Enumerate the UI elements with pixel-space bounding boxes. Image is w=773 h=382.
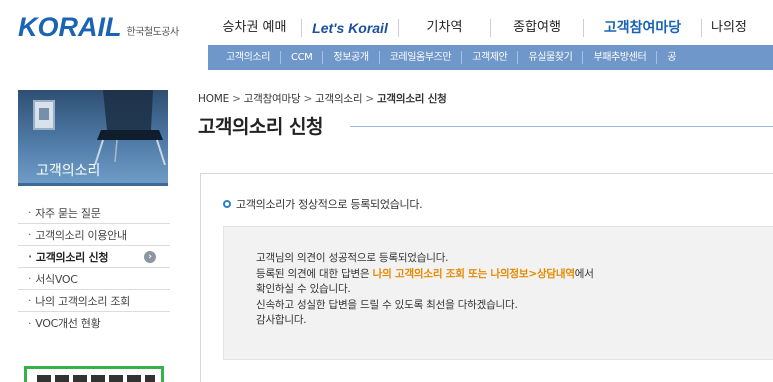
main-nav-ticket[interactable]: 승차권 예매 xyxy=(208,19,301,37)
picture-frame-icon xyxy=(33,100,55,130)
chair-icon xyxy=(94,90,166,165)
main-nav-station[interactable]: 기차역 xyxy=(398,19,490,37)
sidebar-item-apply[interactable]: 고객의소리 신청 › xyxy=(18,246,170,268)
main-nav: 승차권 예매 Let's Korail 기차역 종합여행 고객참여마당 나의정 xyxy=(208,14,773,42)
sidebar-item-my-voc[interactable]: 나의 고객의소리 조회 xyxy=(18,290,170,312)
success-notice-text: 고객의소리가 정상적으로 등록되었습니다. xyxy=(236,198,423,211)
bullet-circle-icon xyxy=(223,200,231,208)
breadcrumb-customer[interactable]: 고객참여마당 xyxy=(244,93,301,105)
sidebar-item-label: 나의 고객의소리 조회 xyxy=(35,294,130,308)
sidebar-item-label: VOC개선 현황 xyxy=(35,317,101,330)
message-line: 고객님의 의견이 성공적으로 등록되었습니다. xyxy=(256,252,449,264)
breadcrumb-home[interactable]: HOME xyxy=(198,93,229,105)
logo-subtitle: 한국철도공사 xyxy=(126,27,180,38)
sub-nav-ccm[interactable]: CCM xyxy=(280,51,322,64)
title-divider xyxy=(350,126,773,127)
sidebar-item-label: 고객의소리 이용안내 xyxy=(35,228,127,242)
sub-nav-anticorruption[interactable]: 부패추방센터 xyxy=(582,51,656,64)
korail-logo[interactable]: KORAIL 한국철도공사 xyxy=(18,14,179,41)
message-text: 등록된 의견에 대한 답변은 xyxy=(256,267,373,280)
logo-wordmark: KORAIL xyxy=(18,12,122,42)
sidebar-item-label: 자주 묻는 질문 xyxy=(35,206,101,220)
sub-nav-voc[interactable]: 고객의소리 xyxy=(208,51,280,64)
sidebar-menu: 자주 묻는 질문 고객의소리 이용안내 고객의소리 신청 › 서식VOC 나의 고… xyxy=(18,202,170,334)
sidebar-banner-title: 고객의소리 xyxy=(36,163,101,179)
main-nav-my[interactable]: 나의정 xyxy=(701,19,773,37)
sidebar-item-improvement[interactable]: VOC개선 현황 xyxy=(18,312,170,334)
sidebar-item-guide[interactable]: 고객의소리 이용안내 xyxy=(18,224,170,246)
sidebar-promo-banner[interactable] xyxy=(24,366,164,382)
breadcrumb: HOME > 고객참여마당 > 고객의소리 > 고객의소리 신청 xyxy=(198,91,447,106)
sub-nav-disclosure[interactable]: 정보공개 xyxy=(322,51,378,64)
breadcrumb-voc[interactable]: 고객의소리 xyxy=(315,93,363,105)
sub-nav-lost-found[interactable]: 유실물찾기 xyxy=(517,51,582,64)
main-nav-travel[interactable]: 종합여행 xyxy=(490,19,583,37)
message-line: 신속하고 성실한 답변을 드릴 수 있도록 최선을 다하겠습니다. xyxy=(256,298,518,311)
sidebar-banner: 고객의소리 xyxy=(18,90,168,186)
success-notice: 고객의소리가 정상적으로 등록되었습니다. xyxy=(223,196,423,212)
sub-nav-more[interactable]: 공 xyxy=(656,51,686,64)
message-highlight-link[interactable]: 나의 고객의소리 조회 또는 나의정보>상담내역 xyxy=(373,268,575,280)
sub-nav: 고객의소리 CCM 정보공개 코레일옴부즈만 고객제안 유실물찾기 부패추방센터… xyxy=(208,45,773,70)
promo-graphic xyxy=(37,375,155,382)
breadcrumb-separator: > xyxy=(232,93,241,105)
main-nav-lets-korail[interactable]: Let's Korail xyxy=(301,19,398,37)
main-nav-customer[interactable]: 고객참여마당 xyxy=(583,19,701,37)
message-line: 감사합니다. xyxy=(256,314,307,326)
confirmation-message: 고객님의 의견이 성공적으로 등록되었습니다. 등록된 의견에 대한 답변은 나… xyxy=(256,251,594,329)
page-title: 고객의소리 신청 xyxy=(198,116,323,138)
chevron-right-icon: › xyxy=(144,251,156,263)
message-line: 확인하실 수 있습니다. xyxy=(256,283,351,295)
sidebar-item-label: 서식VOC xyxy=(35,272,78,286)
sub-nav-suggestion[interactable]: 고객제안 xyxy=(461,51,517,64)
sub-nav-ombudsman[interactable]: 코레일옴부즈만 xyxy=(378,51,462,64)
sidebar-item-faq[interactable]: 자주 묻는 질문 xyxy=(18,202,170,224)
message-line: 등록된 의견에 대한 답변은 나의 고객의소리 조회 또는 나의정보>상담내역에… xyxy=(256,267,594,283)
breadcrumb-current: 고객의소리 신청 xyxy=(376,93,447,105)
message-text: 에서 xyxy=(574,267,594,280)
sidebar-item-form-voc[interactable]: 서식VOC xyxy=(18,268,170,290)
breadcrumb-separator: > xyxy=(303,93,313,105)
sidebar-item-label: 고객의소리 신청 xyxy=(35,250,109,264)
breadcrumb-separator: > xyxy=(365,93,374,105)
